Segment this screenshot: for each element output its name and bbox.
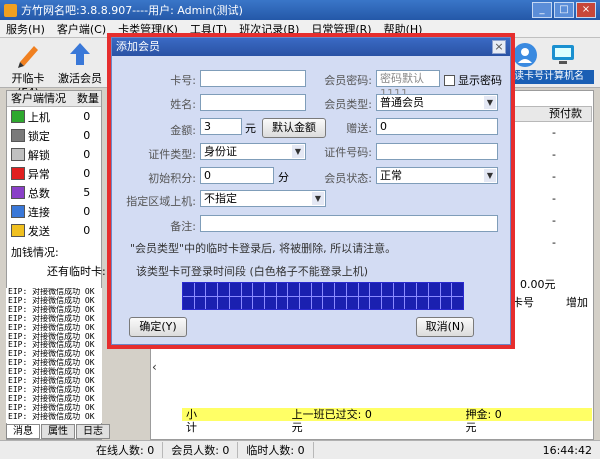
tab-log[interactable]: 日志 (76, 424, 110, 439)
temp-card-note: "会员类型"中的临时卡登录后, 将被删除, 所以请注意。 (130, 242, 397, 255)
subtotal-bar: 小计 上一班已过交: 0元 押金: 0元 (182, 408, 592, 434)
show-password-label: 显示密码 (458, 74, 502, 87)
status-row-locked[interactable]: 锁定 0 (7, 126, 101, 145)
error-icon (11, 167, 25, 180)
remark-label: 备注: (170, 220, 196, 233)
points-unit: 分 (278, 171, 289, 184)
user-icon[interactable] (512, 42, 542, 71)
window-title: 方竹网名吧:3.8.8.907----用户: Admin(测试) (21, 4, 243, 17)
computers-icon (11, 186, 25, 199)
ok-button[interactable]: 确定(Y) (129, 317, 187, 337)
amount-label: 金额: (170, 124, 196, 137)
member-type-select[interactable]: 普通会员 ▼ (376, 94, 498, 111)
name-input[interactable] (200, 94, 306, 111)
prepaid-column-header: 预付款 (512, 106, 592, 122)
lock-icon (11, 129, 25, 142)
app-icon (4, 3, 17, 17)
prepaid-cell: - (552, 192, 556, 205)
card-no-input[interactable] (200, 70, 306, 87)
id-number-label: 证件号码: (324, 146, 372, 159)
add-column-header: 增加 (566, 296, 588, 309)
status-row-error[interactable]: 异常 0 (7, 164, 101, 183)
chevron-down-icon: ▼ (484, 96, 496, 109)
previous-shift-label: 上一班已过交: 0元 (291, 408, 372, 434)
arrow-up-icon (66, 40, 94, 68)
pencil-icon (14, 40, 42, 68)
amount-unit: 元 (245, 122, 256, 135)
prepaid-cell: - (552, 214, 556, 227)
chevron-down-icon: ▼ (312, 192, 324, 205)
status-bar: 在线人数: 0 会员人数: 0 临时人数: 0 16:44:42 (0, 440, 600, 459)
gift-input[interactable]: 0 (376, 118, 498, 135)
money-value: 0.00元 (520, 278, 556, 291)
init-points-label: 初始积分: (148, 172, 196, 185)
temp-card-button[interactable]: 开临卡(F4) (2, 40, 54, 99)
status-row-total[interactable]: 总数 5 (7, 183, 101, 202)
header-client-status: 客户端情况 (11, 92, 66, 105)
prepaid-cell: - (552, 170, 556, 183)
status-clock: 16:44:42 (542, 443, 592, 457)
zone-label: 指定区域上机: (126, 195, 196, 208)
member-password-label: 会员密码: (324, 74, 372, 87)
status-row-send[interactable]: 发送 0 (7, 221, 101, 240)
menu-service[interactable]: 服务(H) (0, 21, 51, 37)
network-icon (11, 205, 25, 218)
member-status-label: 会员状态: (324, 172, 372, 185)
dialog-title-bar: 添加会员 × (112, 38, 510, 56)
dialog-close-icon[interactable]: × (492, 40, 506, 54)
chevron-down-icon: ▼ (292, 145, 304, 158)
member-type-label: 会员类型: (324, 98, 372, 111)
subtotal-label: 小计 (186, 408, 197, 434)
remark-input[interactable] (200, 215, 498, 232)
check-icon (11, 110, 25, 123)
status-row-connected[interactable]: 连接 0 (7, 202, 101, 221)
status-online: 在线人数: 0 (88, 442, 164, 458)
tab-messages[interactable]: 消息 (6, 424, 40, 439)
menu-client[interactable]: 客户端(C) (51, 21, 112, 37)
tab-properties[interactable]: 属性 (41, 424, 75, 439)
log-line: EIP: 对接微信成功 OK (8, 411, 95, 421)
minimize-button[interactable]: _ (532, 2, 552, 18)
name-label: 姓名: (170, 98, 196, 111)
id-type-label: 证件类型: (148, 148, 196, 161)
warning-icon (11, 224, 25, 237)
id-number-input[interactable] (376, 143, 498, 160)
show-password-checkbox[interactable] (444, 74, 455, 86)
member-password-input[interactable]: 密码默认1111 (376, 70, 440, 100)
read-card-computer-label[interactable]: 读卡号计算机名 (512, 70, 594, 84)
unlock-icon (11, 148, 25, 161)
online-label: 加钱情况: (11, 246, 59, 259)
zone-select[interactable]: 不指定 ▼ (200, 190, 326, 207)
monitor-icon[interactable] (550, 42, 580, 71)
title-bar: 方竹网名吧:3.8.8.907----用户: Admin(测试) _ □ × (0, 0, 600, 20)
gift-label: 赠送: (346, 122, 372, 135)
login-time-grid[interactable] (182, 282, 464, 310)
status-temp: 临时人数: 0 (238, 442, 314, 458)
member-status-select[interactable]: 正常 ▼ (376, 167, 498, 184)
activate-member-button[interactable]: 激活会员 (58, 40, 102, 86)
cancel-button[interactable]: 取消(N) (416, 317, 474, 337)
dialog-title: 添加会员 (116, 40, 160, 53)
bottom-tabs: 消息 属性 日志 (6, 424, 116, 439)
status-members: 会员人数: 0 (163, 442, 239, 458)
login-period-note: 该类型卡可登录时间段 (白色格子不能登录上机) (136, 265, 369, 278)
deposit-label: 押金: 0元 (465, 408, 502, 434)
prepaid-cell: - (552, 148, 556, 161)
prepaid-cell: - (552, 236, 556, 249)
status-row-unlocked[interactable]: 解锁 0 (7, 145, 101, 164)
temp-card-label: 还有临时卡: (47, 265, 106, 278)
amount-input[interactable]: 3 (200, 118, 242, 135)
close-window-button[interactable]: × (576, 2, 596, 18)
id-type-select[interactable]: 身份证 ▼ (200, 143, 306, 160)
collapse-left-icon[interactable]: ‹ (152, 360, 164, 376)
init-points-input[interactable]: 0 (200, 167, 274, 184)
chevron-down-icon: ▼ (484, 169, 496, 182)
maximize-button[interactable]: □ (554, 2, 574, 18)
card-column-header: 卡号 (512, 296, 534, 309)
log-list: EIP: 对接微信成功 OK EIP: 对接微信成功 OK EIP: 对接微信成… (6, 288, 102, 423)
header-count: 数量 (77, 92, 99, 105)
card-no-label: 卡号: (170, 74, 196, 87)
prepaid-cell: - (552, 126, 556, 139)
status-row-online[interactable]: 上机 0 (7, 107, 101, 126)
